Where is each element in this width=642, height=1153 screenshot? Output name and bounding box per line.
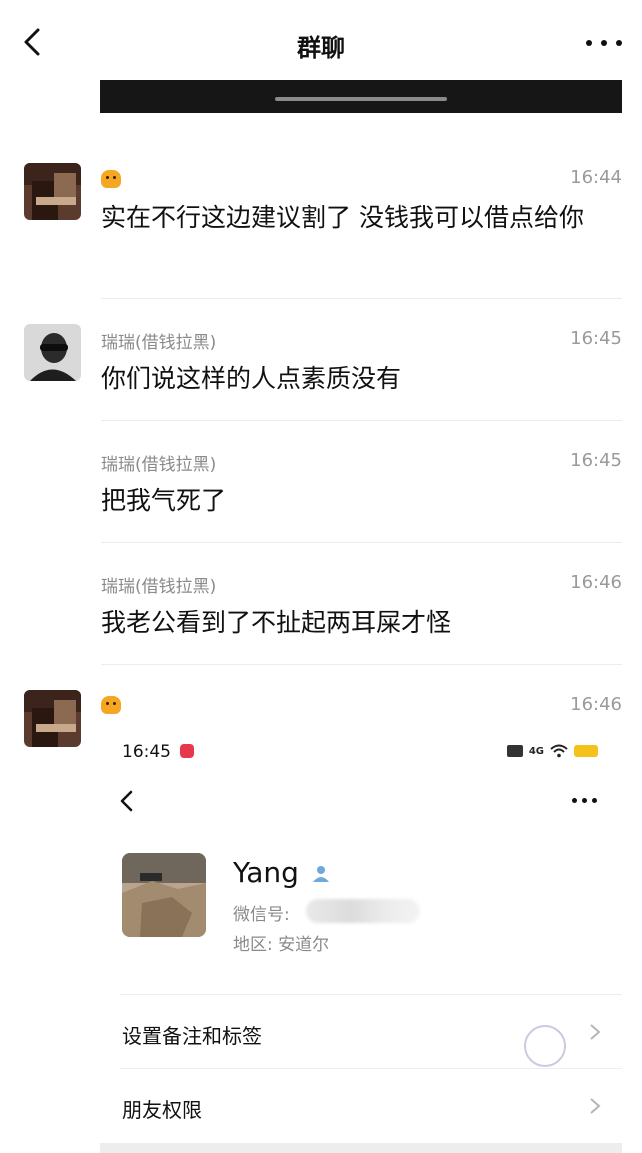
message-time: 16:45 [570,450,622,471]
avatar-image [24,324,81,381]
avatar-image [24,163,81,220]
network-type: 4G [528,745,544,757]
avatar-image [24,690,81,747]
notification-badge-icon [180,744,194,758]
hd-icon [506,745,523,757]
sender-name[interactable]: 瑞瑞(借钱拉黑) [101,572,216,597]
message-divider [101,298,622,299]
section-gap-bar [100,1143,622,1153]
setting-row-friend-permissions[interactable]: 朋友权限 [100,1076,622,1136]
message-divider [101,542,622,543]
more-dot-icon [582,798,587,803]
person-icon [313,866,329,882]
profile-back-button[interactable] [114,788,140,814]
wechat-id-blurred [306,899,420,923]
more-options-button[interactable] [582,26,626,60]
more-dot-icon [601,40,607,46]
avatar[interactable] [24,690,81,747]
message-text[interactable]: 我老公看到了不扯起两耳屎才怪 [101,603,621,643]
chevron-right-icon [590,1098,601,1114]
page-title: 群聊 [297,34,345,62]
message-text[interactable]: 把我气死了 [101,481,621,521]
status-bar-time: 16:45 [122,742,171,762]
section-divider [120,994,622,995]
tiger-emoji-icon [101,170,121,188]
profile-avatar[interactable] [122,853,206,937]
message-time: 16:44 [570,167,622,188]
chevron-right-icon [590,1024,601,1040]
more-dot-icon [572,798,577,803]
message-text[interactable]: 你们说这样的人点素质没有 [101,359,621,399]
message-text[interactable]: 实在不行这边建议割了 没钱我可以借点给你 [101,198,621,238]
wechat-id-label: 微信号: [233,905,290,925]
setting-label: 朋友权限 [122,1098,202,1122]
back-arrow-icon [120,790,133,812]
wifi-icon [550,744,568,758]
touch-indicator-circle [524,1025,566,1067]
profile-more-button[interactable] [570,790,600,810]
message-divider [101,420,622,421]
profile-name: Yang [233,856,299,889]
top-nav-bar: 群聊 [0,0,642,88]
more-dot-icon [616,40,622,46]
message-time: 16:45 [570,328,622,349]
more-dot-icon [586,40,592,46]
image-message-screenshot[interactable]: 16:45 4G Yang 微信号: 地区: 安道尔 设置备注和标签 朋友权限 [100,728,622,1153]
more-dot-icon [592,798,597,803]
profile-region: 地区: 安道尔 [233,935,330,955]
setting-label: 设置备注和标签 [122,1024,262,1048]
tiger-emoji-icon [101,696,121,714]
sender-name[interactable]: 瑞瑞(借钱拉黑) [101,450,216,475]
message-divider [101,664,622,665]
message-time: 16:46 [570,572,622,593]
drag-handle [275,97,447,101]
avatar[interactable] [24,163,81,220]
avatar[interactable] [24,324,81,381]
battery-icon [574,745,598,757]
sender-name[interactable]: 瑞瑞(借钱拉黑) [101,328,216,353]
status-bar-icons: 4G [506,742,598,760]
avatar-image [122,853,206,937]
message-time: 16:46 [570,694,622,715]
video-image-strip[interactable] [100,80,622,113]
section-divider [120,1068,622,1069]
